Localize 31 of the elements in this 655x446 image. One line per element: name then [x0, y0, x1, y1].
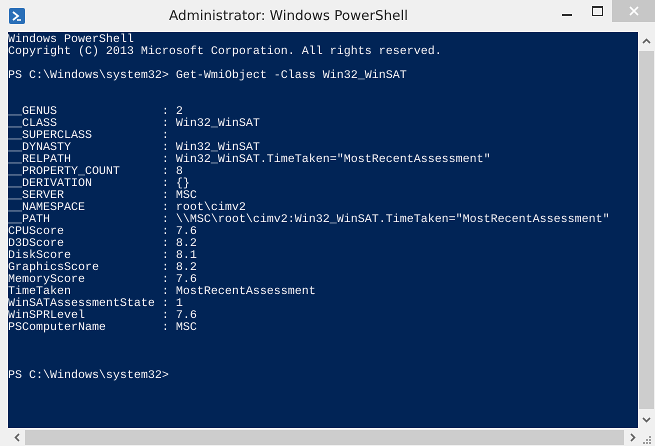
minimize-icon	[562, 14, 572, 16]
command-line: PS C:\Windows\system32> Get-WmiObject -Class Win32_WinSAT	[8, 68, 407, 82]
property-line: __DERIVATION : {}	[8, 176, 190, 190]
property-line: __CLASS : Win32_WinSAT	[8, 116, 260, 130]
property-line: MemoryScore : 7.6	[8, 272, 197, 286]
property-line: WinSPRLevel : 7.6	[8, 308, 197, 322]
prompt-line: PS C:\Windows\system32>	[8, 368, 169, 382]
property-line: __GENUS : 2	[8, 104, 183, 118]
property-line: DiskScore : 8.1	[8, 248, 197, 262]
property-line: WinSATAssessmentState : 1	[8, 296, 183, 310]
property-line: __PATH : \\MSC\root\cimv2:Win32_WinSAT.TimeTaken="MostRecentAssessment"	[8, 212, 610, 226]
horizontal-scrollbar-thumb[interactable]	[25, 430, 624, 444]
property-line: __SERVER : MSC	[8, 188, 197, 202]
property-line: __RELPATH : Win32_WinSAT.TimeTaken="MostRecentAssessment"	[8, 152, 491, 166]
property-line: __PROPERTY_COUNT : 8	[8, 164, 183, 178]
property-line: __SUPERCLASS :	[8, 128, 169, 142]
scrollbar-thumb[interactable]	[639, 51, 654, 409]
property-line: __DYNASTY : Win32_WinSAT	[8, 140, 260, 154]
property-line: CPUScore : 7.6	[8, 224, 197, 238]
property-line: TimeTaken : MostRecentAssessment	[8, 284, 316, 298]
banner-text: Windows PowerShell	[8, 32, 134, 46]
window-title: Administrator: Windows PowerShell	[169, 8, 408, 24]
property-line: D3DScore : 8.2	[8, 236, 197, 250]
property-line: __NAMESPACE : root\cimv2	[8, 200, 246, 214]
maximize-icon	[592, 6, 602, 16]
property-line: GraphicsScore : 8.2	[8, 260, 197, 274]
resize-grip-icon[interactable]	[643, 436, 652, 444]
powershell-icon[interactable]	[9, 8, 25, 24]
banner-text: Copyright (C) 2013 Microsoft Corporation. All rights reserved.	[8, 44, 442, 58]
property-line: PSComputerName : MSC	[8, 320, 197, 334]
close-icon	[628, 6, 638, 16]
